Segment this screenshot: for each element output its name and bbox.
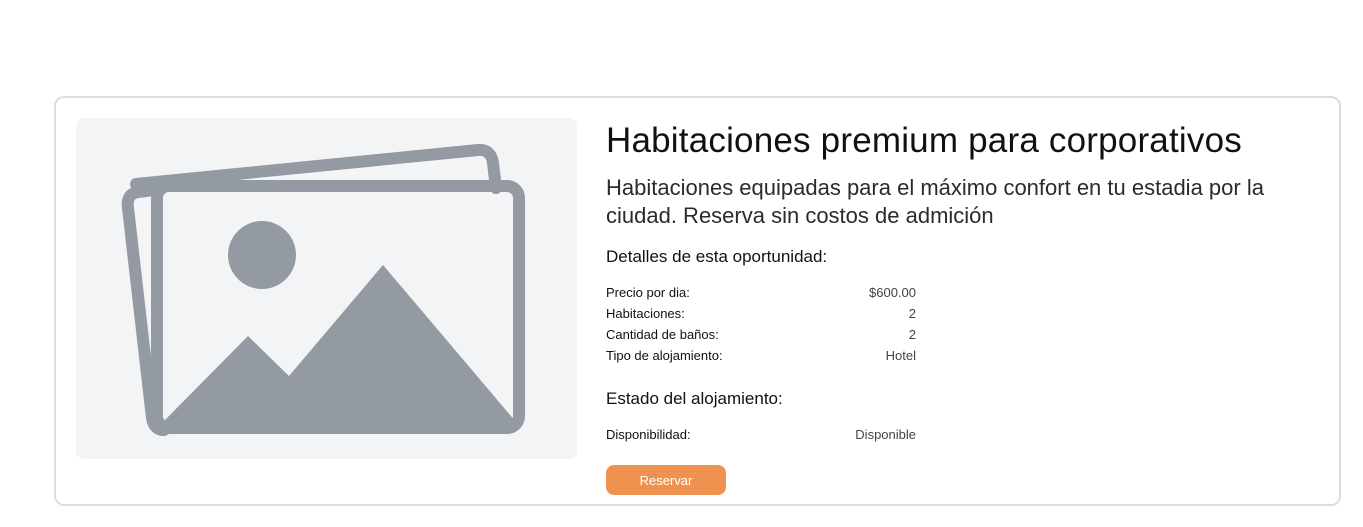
detail-row-price: Precio por dia: $600.00 [606,282,916,303]
detail-value: 2 [908,306,916,321]
detail-row-type: Tipo de alojamiento: Hotel [606,345,916,366]
reserve-button[interactable]: Reservar [606,465,726,495]
status-list: Disponibilidad: Disponible [606,424,916,445]
listing-content: Habitaciones premium para corporativos H… [606,120,1326,495]
listing-card: Habitaciones premium para corporativos H… [54,96,1341,506]
detail-value: 2 [908,327,916,342]
detail-value: $600.00 [869,285,916,300]
listing-image [76,118,577,459]
listing-title: Habitaciones premium para corporativos [606,121,1242,160]
listing-description: Habitaciones equipadas para el máximo co… [606,175,1264,228]
detail-row-bathrooms: Cantidad de baños: 2 [606,324,916,345]
status-label: Disponibilidad: [606,427,691,442]
details-heading: Detalles de esta oportunidad: [606,247,828,266]
details-list: Precio por dia: $600.00 Habitaciones: 2 … [606,282,916,366]
status-heading: Estado del alojamiento: [606,389,783,408]
image-placeholder-icon [121,143,525,436]
status-value: Disponible [855,427,916,442]
detail-label: Cantidad de baños: [606,327,719,342]
detail-label: Habitaciones: [606,306,685,321]
detail-value: Hotel [885,348,916,363]
status-row-availability: Disponibilidad: Disponible [606,424,916,445]
detail-label: Precio por dia: [606,285,690,300]
detail-label: Tipo de alojamiento: [606,348,723,363]
detail-row-rooms: Habitaciones: 2 [606,303,916,324]
